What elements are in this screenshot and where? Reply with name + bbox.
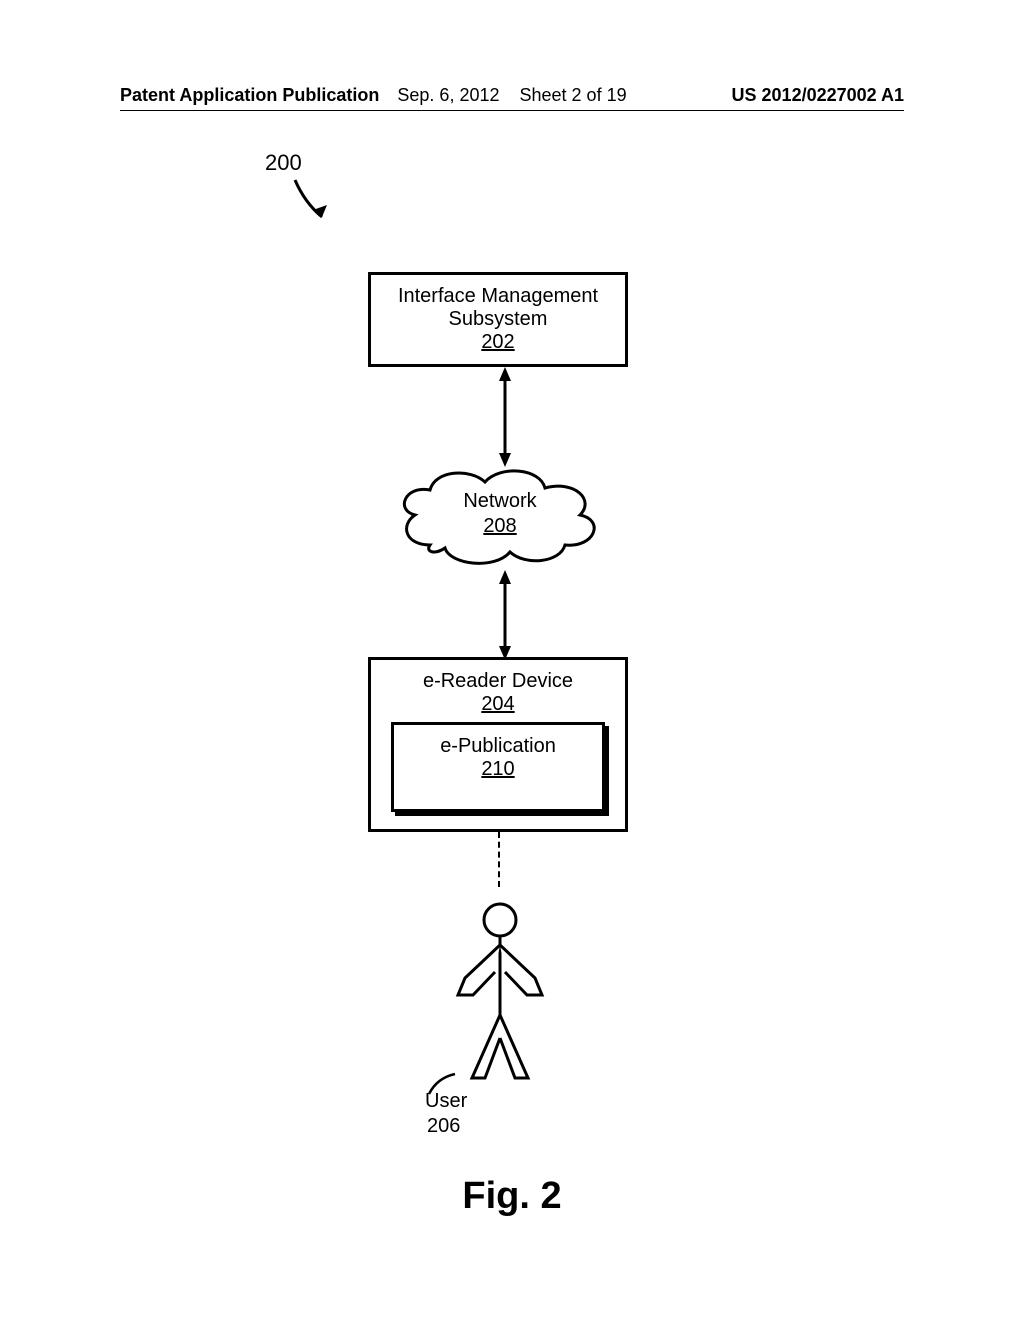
interface-box: Interface Management Subsystem 202 <box>368 272 628 367</box>
user-ref: 206 <box>427 1115 460 1138</box>
network-label: Network <box>385 490 615 513</box>
ref-200-arrow <box>290 175 345 235</box>
header-right: US 2012/0227002 A1 <box>732 85 904 106</box>
header-left: Patent Application Publication <box>120 85 379 106</box>
user-figure: User 206 <box>440 900 560 1095</box>
interface-ref: 202 <box>381 331 615 354</box>
arrow-interface-network <box>495 367 515 472</box>
network-ref: 208 <box>385 515 615 538</box>
ereader-ref: 204 <box>381 693 615 716</box>
header-rule <box>120 110 904 111</box>
ereader-box: e-Reader Device 204 e-Publication 210 <box>368 657 628 832</box>
dashed-connector <box>498 832 500 887</box>
user-leadline <box>425 1072 460 1102</box>
header-row: Patent Application Publication Sep. 6, 2… <box>0 85 1024 106</box>
figure-caption: Fig. 2 <box>0 1175 1024 1218</box>
header-date: Sep. 6, 2012 <box>397 85 499 105</box>
ereader-label: e-Reader Device <box>381 670 615 693</box>
interface-line1: Interface Management <box>381 285 615 308</box>
epub-box: e-Publication 210 <box>391 722 605 812</box>
epub-ref: 210 <box>404 758 592 781</box>
arrow-network-ereader <box>495 570 515 665</box>
interface-line2: Subsystem <box>381 308 615 331</box>
network-cloud: Network 208 <box>385 460 615 575</box>
header-sheet: Sheet 2 of 19 <box>520 85 627 105</box>
header-center: Sep. 6, 2012 Sheet 2 of 19 <box>397 85 626 106</box>
epub-label: e-Publication <box>404 735 592 758</box>
ref-200-label: 200 <box>265 150 302 176</box>
